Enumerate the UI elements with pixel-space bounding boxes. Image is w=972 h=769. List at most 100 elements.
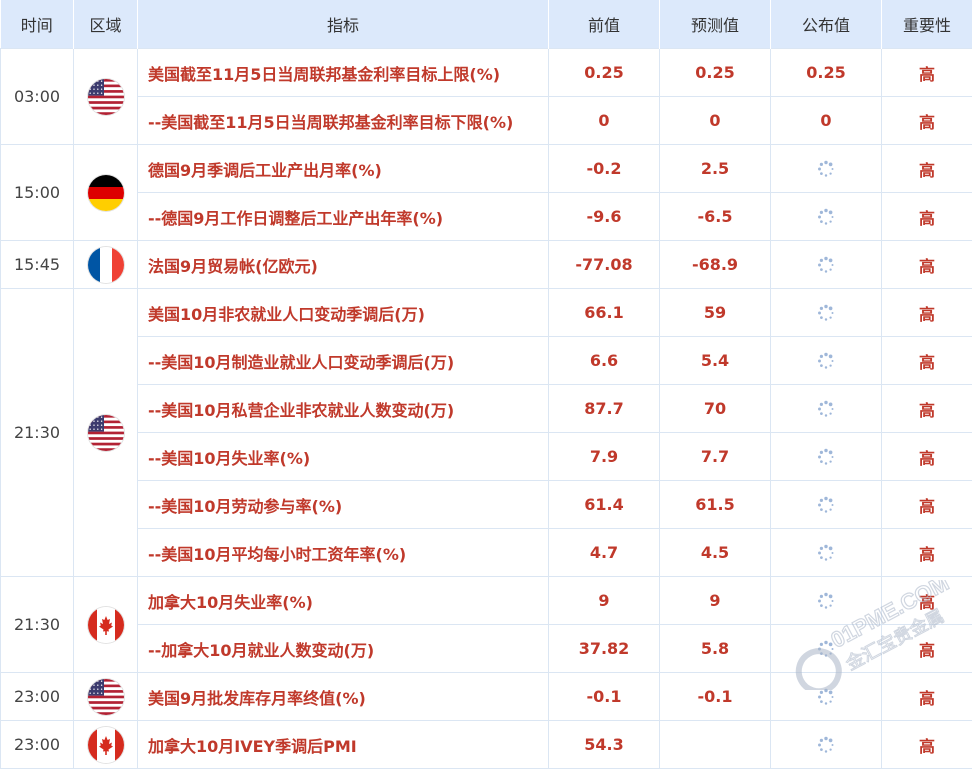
event-time: 21:30 <box>1 577 74 673</box>
forecast-value: 9 <box>660 577 771 625</box>
region-cell <box>74 145 138 241</box>
region-cell <box>74 721 138 769</box>
loading-spinner-icon <box>817 496 835 514</box>
importance-level: 高 <box>882 385 972 433</box>
table-row: 15:45 法国9月贸易帐(亿欧元)-77.08-68.9 高 <box>1 241 972 289</box>
header-indicator: 指标 <box>138 0 549 49</box>
indicator-name[interactable]: --加拿大10月就业人数变动(万) <box>138 625 549 673</box>
indicator-name[interactable]: --美国10月私营企业非农就业人数变动(万) <box>138 385 549 433</box>
importance-level: 高 <box>882 481 972 529</box>
loading-spinner-icon <box>817 304 835 322</box>
importance-level: 高 <box>882 337 972 385</box>
event-time: 03:00 <box>1 49 74 145</box>
indicator-name[interactable]: 加拿大10月失业率(%) <box>138 577 549 625</box>
actual-value <box>771 385 882 433</box>
indicator-name[interactable]: 德国9月季调后工业产出月率(%) <box>138 145 549 193</box>
us-flag-icon <box>88 679 124 715</box>
indicator-name[interactable]: --美国10月平均每小时工资年率(%) <box>138 529 549 577</box>
table-row: --加拿大10月就业人数变动(万)37.825.8高 <box>1 625 972 673</box>
table-row: --美国截至11月5日当周联邦基金利率目标下限(%)000高 <box>1 97 972 145</box>
region-cell <box>74 241 138 289</box>
table-row: 23:00加拿大10月IVEY季调后PMI54.3高 <box>1 721 972 769</box>
importance-level: 高 <box>882 145 972 193</box>
loading-spinner-icon <box>817 592 835 610</box>
actual-value <box>771 625 882 673</box>
importance-level: 高 <box>882 49 972 97</box>
forecast-value: -68.9 <box>660 241 771 289</box>
loading-spinner-icon <box>817 688 835 706</box>
previous-value: 9 <box>549 577 660 625</box>
forecast-value: 4.5 <box>660 529 771 577</box>
actual-value <box>771 673 882 721</box>
indicator-name[interactable]: --德国9月工作日调整后工业产出年率(%) <box>138 193 549 241</box>
header-region: 区域 <box>74 0 138 49</box>
indicator-name[interactable]: 美国截至11月5日当周联邦基金利率目标上限(%) <box>138 49 549 97</box>
indicator-name[interactable]: 加拿大10月IVEY季调后PMI <box>138 721 549 769</box>
actual-value <box>771 337 882 385</box>
previous-value: -9.6 <box>549 193 660 241</box>
forecast-value: 61.5 <box>660 481 771 529</box>
previous-value: 4.7 <box>549 529 660 577</box>
indicator-name[interactable]: 法国9月贸易帐(亿欧元) <box>138 241 549 289</box>
actual-value <box>771 289 882 337</box>
event-time: 15:45 <box>1 241 74 289</box>
header-importance: 重要性 <box>882 0 972 49</box>
canada-flag-icon <box>88 727 124 763</box>
table-row: --美国10月平均每小时工资年率(%)4.74.5 高 <box>1 529 972 577</box>
table-row: 15:00德国9月季调后工业产出月率(%)-0.22.5高 <box>1 145 972 193</box>
previous-value: 87.7 <box>549 385 660 433</box>
previous-value: 54.3 <box>549 721 660 769</box>
importance-level: 高 <box>882 241 972 289</box>
loading-spinner-icon <box>817 352 835 370</box>
table-row: 23:00美国9月批发库存月率终值(%)-0.1-0.1高 <box>1 673 972 721</box>
loading-spinner-icon <box>817 160 835 178</box>
indicator-name[interactable]: --美国10月制造业就业人口变动季调后(万) <box>138 337 549 385</box>
actual-value <box>771 145 882 193</box>
actual-value <box>771 433 882 481</box>
importance-level: 高 <box>882 529 972 577</box>
importance-level: 高 <box>882 193 972 241</box>
forecast-value: 70 <box>660 385 771 433</box>
importance-level: 高 <box>882 97 972 145</box>
region-cell <box>74 673 138 721</box>
previous-value: -0.1 <box>549 673 660 721</box>
canada-flag-icon <box>88 607 124 643</box>
actual-value <box>771 529 882 577</box>
forecast-value: 0 <box>660 97 771 145</box>
indicator-name[interactable]: --美国10月劳动参与率(%) <box>138 481 549 529</box>
previous-value: 6.6 <box>549 337 660 385</box>
header-previous: 前值 <box>549 0 660 49</box>
table-row: 21:30美国10月非农就业人口变动季调后(万)66.159高 <box>1 289 972 337</box>
loading-spinner-icon <box>817 736 835 754</box>
us-flag-icon <box>88 79 124 115</box>
forecast-value: 0.25 <box>660 49 771 97</box>
us-flag-icon <box>88 415 124 451</box>
indicator-name[interactable]: 美国10月非农就业人口变动季调后(万) <box>138 289 549 337</box>
table-header-row: 时间 区域 指标 前值 预测值 公布值 重要性 <box>1 0 972 49</box>
importance-level: 高 <box>882 433 972 481</box>
header-forecast: 预测值 <box>660 0 771 49</box>
previous-value: -77.08 <box>549 241 660 289</box>
table-body: 03:00美国截至11月5日当周联邦基金利率目标上限(%)0.250.250.2… <box>1 49 972 769</box>
indicator-name[interactable]: --美国10月失业率(%) <box>138 433 549 481</box>
importance-level: 高 <box>882 721 972 769</box>
france-flag-icon <box>88 247 124 283</box>
importance-level: 高 <box>882 625 972 673</box>
previous-value: 0 <box>549 97 660 145</box>
table-row: 03:00美国截至11月5日当周联邦基金利率目标上限(%)0.250.250.2… <box>1 49 972 97</box>
event-time: 21:30 <box>1 289 74 577</box>
region-cell <box>74 289 138 577</box>
region-cell <box>74 49 138 145</box>
actual-value <box>771 193 882 241</box>
event-time: 15:00 <box>1 145 74 241</box>
actual-value <box>771 481 882 529</box>
previous-value: -0.2 <box>549 145 660 193</box>
forecast-value: 59 <box>660 289 771 337</box>
region-cell <box>74 577 138 673</box>
indicator-name[interactable]: --美国截至11月5日当周联邦基金利率目标下限(%) <box>138 97 549 145</box>
importance-level: 高 <box>882 289 972 337</box>
importance-level: 高 <box>882 673 972 721</box>
indicator-name[interactable]: 美国9月批发库存月率终值(%) <box>138 673 549 721</box>
header-time: 时间 <box>1 0 74 49</box>
actual-value <box>771 577 882 625</box>
